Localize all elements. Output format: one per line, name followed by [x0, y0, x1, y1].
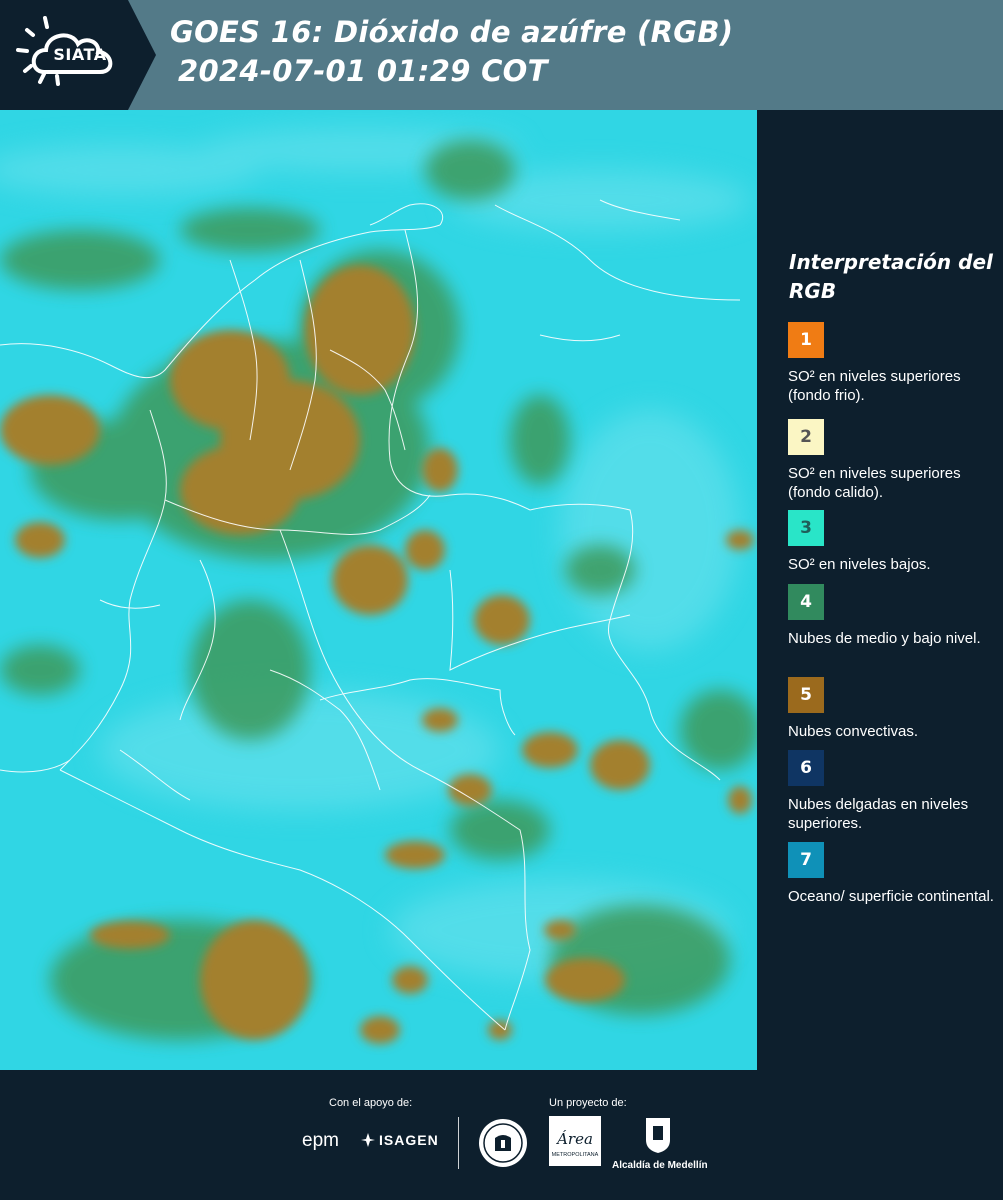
legend-label-4: Nubes de medio y bajo nivel.	[788, 630, 981, 647]
legend-swatch-5: 5	[788, 677, 824, 713]
support-label: Con el apoyo de:	[329, 1097, 413, 1109]
area-logo-shape: Área METROPOLITANA	[549, 1116, 601, 1166]
alcaldia-shield-icon	[646, 1118, 670, 1153]
legend-title: Interpretación del RGB	[789, 250, 993, 303]
page-title: GOES 16: Dióxido de azúfre (RGB)	[170, 15, 734, 49]
area-logo-sub: METROPOLITANA	[552, 1152, 599, 1158]
legend-swatch-1: 1	[788, 322, 824, 358]
satellite-map[interactable]	[0, 110, 757, 1070]
alcaldia-text: Alcaldía de Medellín	[612, 1160, 708, 1171]
legend-panel: Interpretación del RGB 1 SO² en niveles …	[760, 110, 1003, 1070]
siata-logo-text: SIATA	[53, 45, 107, 64]
legend-label-1: SO² en niveles superiores (fondo frio).	[788, 368, 961, 404]
legend-item-6: 6 Nubes delgadas en niveles superiores.	[788, 750, 1000, 833]
legend-item-3: 3 SO² en niveles bajos.	[788, 510, 1000, 574]
isagen-icon	[361, 1133, 375, 1147]
area-metropolitana-logo[interactable]: Área METROPOLITANA	[549, 1116, 601, 1170]
satellite-image	[0, 110, 757, 1070]
legend-label-5: Nubes convectivas.	[788, 723, 919, 740]
siata-logo[interactable]: SIATA	[0, 0, 158, 110]
legend-swatch-7: 7	[788, 842, 824, 878]
legend-swatch-6: 6	[788, 750, 824, 786]
legend-swatch-3: 3	[788, 510, 824, 546]
epm-logo[interactable]: epm	[302, 1130, 339, 1152]
legend-label-6: Nubes delgadas en niveles superiores.	[788, 796, 969, 832]
timestamp: 2024-07-01 01:29 COT	[178, 54, 548, 88]
legend-label-2: SO² en niveles superiores (fondo calido)…	[788, 465, 961, 501]
legend-item-7: 7 Oceano/ superficie continental.	[788, 842, 1000, 906]
university-seal-icon[interactable]	[478, 1118, 528, 1168]
alcaldia-logo[interactable]: Alcaldía de Medellín	[612, 1116, 708, 1171]
legend-label-7: Oceano/ superficie continental.	[788, 888, 994, 905]
legend-item-1: 1 SO² en niveles superiores (fondo frio)…	[788, 322, 1000, 405]
legend-item-5: 5 Nubes convectivas.	[788, 677, 1000, 741]
isagen-logo[interactable]: ISAGEN	[360, 1132, 439, 1148]
area-logo-text: Área	[555, 1130, 593, 1148]
legend-item-4: 4 Nubes de medio y bajo nivel.	[788, 584, 1000, 648]
header-bar: SIATA GOES 16: Dióxido de azúfre (RGB) 2…	[0, 0, 1003, 110]
legend-label-3: SO² en niveles bajos.	[788, 556, 931, 573]
legend-swatch-2: 2	[788, 419, 824, 455]
isagen-text: ISAGEN	[379, 1132, 439, 1148]
legend-item-2: 2 SO² en niveles superiores (fondo calid…	[788, 419, 1000, 502]
footer-divider	[458, 1117, 459, 1169]
legend-swatch-4: 4	[788, 584, 824, 620]
footer: Con el apoyo de: Un proyecto de: epm ISA…	[0, 1070, 1003, 1200]
project-label: Un proyecto de:	[549, 1097, 627, 1109]
